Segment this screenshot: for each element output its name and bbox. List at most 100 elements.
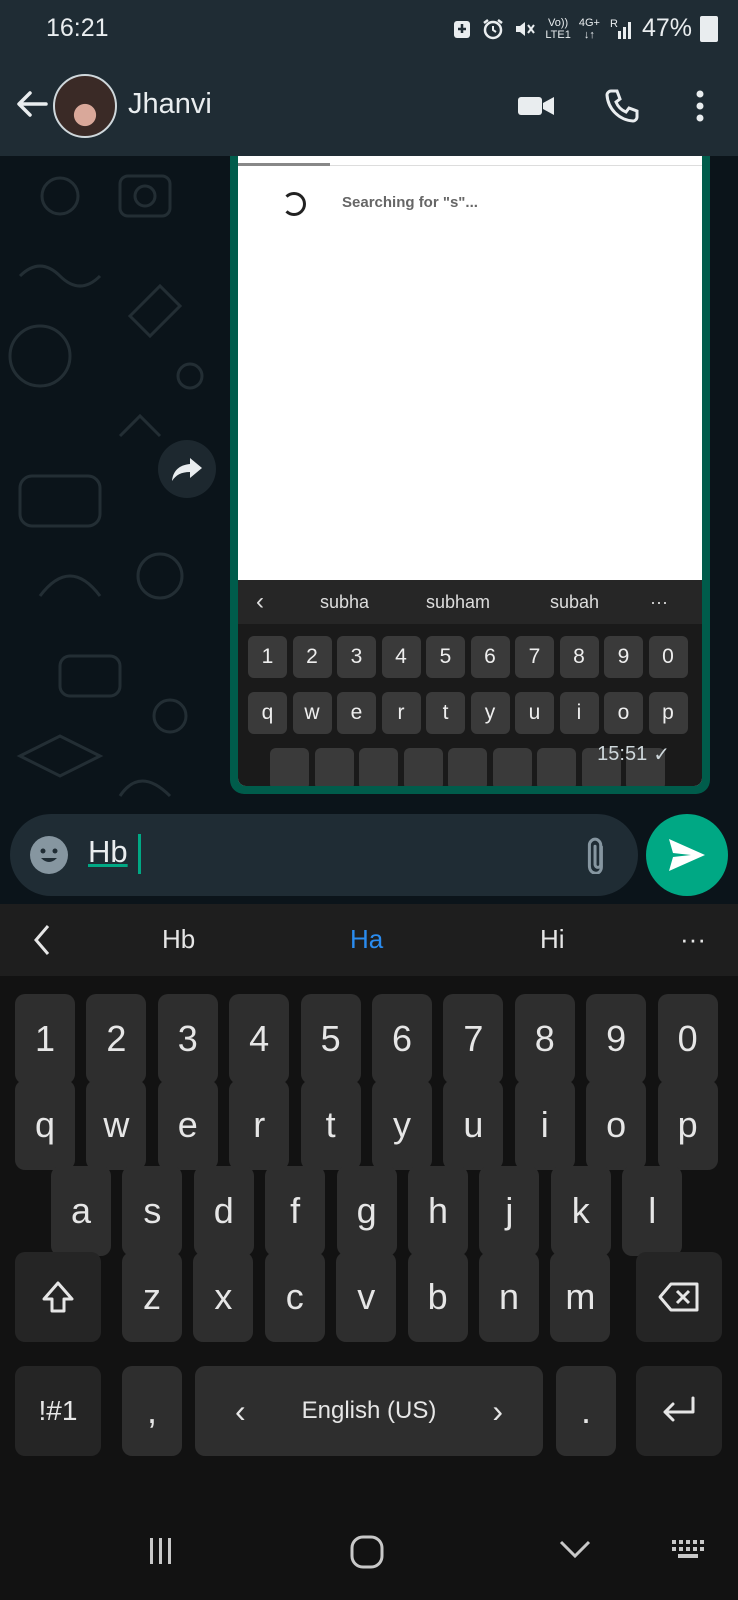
image-key: p	[648, 692, 688, 734]
key-u[interactable]: u	[443, 1080, 504, 1170]
suggestion-hi[interactable]: Hi	[540, 924, 565, 955]
image-key: 9	[604, 636, 643, 678]
image-suggestion: subha	[320, 591, 370, 612]
key-s[interactable]: s	[122, 1166, 183, 1256]
alarm-icon	[483, 18, 504, 39]
key-j[interactable]: j	[479, 1166, 540, 1256]
home-icon[interactable]	[349, 1534, 385, 1570]
more-options-icon[interactable]	[680, 86, 720, 126]
enter-key[interactable]	[636, 1366, 722, 1456]
key-8[interactable]: 8	[514, 994, 575, 1084]
image-key: 5	[426, 636, 465, 678]
voice-call-icon[interactable]	[602, 86, 642, 126]
chat-area[interactable]: Searching for "s"... ‹ subha subham suba…	[0, 156, 738, 896]
key-h[interactable]: h	[408, 1166, 468, 1256]
key-2[interactable]: 2	[86, 994, 147, 1084]
signal-icon: R	[610, 18, 631, 39]
key-7[interactable]: 7	[443, 994, 504, 1084]
space-label: English (US)	[301, 1397, 437, 1424]
suggestion-ha[interactable]: Ha	[350, 924, 383, 955]
key-i[interactable]: i	[514, 1080, 575, 1170]
image-key: 4	[381, 636, 421, 678]
image-key: 1	[248, 636, 287, 678]
message-composer[interactable]: Hb	[10, 814, 638, 896]
image-key	[492, 748, 532, 786]
image-message-bubble[interactable]: Searching for "s"... ‹ subha subham suba…	[230, 156, 710, 794]
key-r[interactable]: r	[229, 1080, 290, 1170]
battery-percent: 47%	[641, 14, 692, 42]
keyboard-switch-icon[interactable]	[670, 1534, 708, 1564]
key-e[interactable]: e	[157, 1080, 218, 1170]
key-0[interactable]: 0	[657, 994, 718, 1084]
image-key: t	[426, 692, 465, 734]
key-z[interactable]: z	[122, 1252, 182, 1342]
key-b[interactable]: b	[407, 1252, 468, 1342]
image-key: e	[337, 692, 376, 734]
message-input[interactable]: Hb	[88, 834, 128, 870]
image-key: 7	[515, 636, 554, 678]
chevron-down-icon[interactable]	[557, 1534, 593, 1564]
image-suggestion: subah	[550, 591, 600, 612]
system-nav-bar	[0, 1504, 738, 1600]
period-key[interactable]: .	[556, 1366, 616, 1456]
key-n[interactable]: n	[479, 1252, 539, 1342]
image-key: y	[470, 692, 510, 734]
recents-icon[interactable]	[146, 1534, 176, 1568]
video-call-icon[interactable]	[516, 86, 556, 126]
key-o[interactable]: o	[586, 1080, 647, 1170]
avatar[interactable]	[53, 74, 117, 138]
key-1[interactable]: 1	[15, 994, 75, 1084]
image-key: u	[515, 692, 554, 734]
image-key: 2	[292, 636, 332, 678]
symbols-key[interactable]: !#1	[15, 1366, 101, 1456]
message-image[interactable]: Searching for "s"... ‹ subha subham suba…	[238, 156, 702, 786]
key-g[interactable]: g	[336, 1166, 397, 1256]
image-key: 0	[648, 636, 688, 678]
image-key: r	[381, 692, 421, 734]
suggestion-hb[interactable]: Hb	[162, 924, 195, 955]
key-x[interactable]: x	[193, 1252, 254, 1342]
volte-indicator: Vo)) LTE1	[545, 16, 571, 41]
comma-key[interactable]: ,	[122, 1366, 182, 1456]
image-key: 8	[559, 636, 599, 678]
send-button[interactable]	[646, 814, 728, 896]
status-bar: 16:21 Vo)) LTE1 4G+ ↓↑ R 47%	[0, 0, 738, 56]
image-suggestion-more: ···	[650, 591, 668, 612]
space-chevron-left-icon: ‹	[235, 1392, 246, 1429]
key-c[interactable]: c	[264, 1252, 325, 1342]
key-d[interactable]: d	[193, 1166, 254, 1256]
forward-button[interactable]	[158, 440, 216, 498]
key-m[interactable]: m	[550, 1252, 611, 1342]
network-type: 4G+ ↓↑	[578, 16, 600, 41]
backspace-key[interactable]	[636, 1252, 722, 1342]
key-p[interactable]: p	[657, 1080, 718, 1170]
key-5[interactable]: 5	[300, 994, 361, 1084]
space-chevron-right-icon: ›	[492, 1392, 503, 1429]
searching-text: Searching for "s"...	[342, 194, 478, 211]
space-key[interactable]: ‹ English (US) ›	[195, 1366, 543, 1456]
status-time: 16:21	[46, 14, 109, 42]
key-l[interactable]: l	[622, 1166, 683, 1256]
key-9[interactable]: 9	[586, 994, 647, 1084]
key-w[interactable]: w	[86, 1080, 147, 1170]
suggestion-more[interactable]: ···	[680, 924, 706, 955]
key-4[interactable]: 4	[229, 994, 290, 1084]
key-a[interactable]: a	[51, 1166, 111, 1256]
contact-name[interactable]: Jhanvi	[128, 88, 212, 121]
attach-icon[interactable]	[580, 834, 620, 874]
key-k[interactable]: k	[550, 1166, 611, 1256]
chevron-left-icon[interactable]	[30, 922, 54, 958]
image-key: i	[559, 692, 599, 734]
key-t[interactable]: t	[300, 1080, 361, 1170]
key-q[interactable]: q	[15, 1080, 75, 1170]
image-key: q	[248, 692, 287, 734]
shift-key[interactable]	[15, 1252, 101, 1342]
key-6[interactable]: 6	[372, 994, 432, 1084]
emoji-icon[interactable]	[30, 836, 68, 874]
key-v[interactable]: v	[336, 1252, 397, 1342]
key-3[interactable]: 3	[157, 994, 218, 1084]
back-arrow-icon[interactable]	[14, 86, 50, 122]
key-y[interactable]: y	[372, 1080, 432, 1170]
key-f[interactable]: f	[265, 1166, 326, 1256]
enter-icon	[663, 1396, 695, 1422]
